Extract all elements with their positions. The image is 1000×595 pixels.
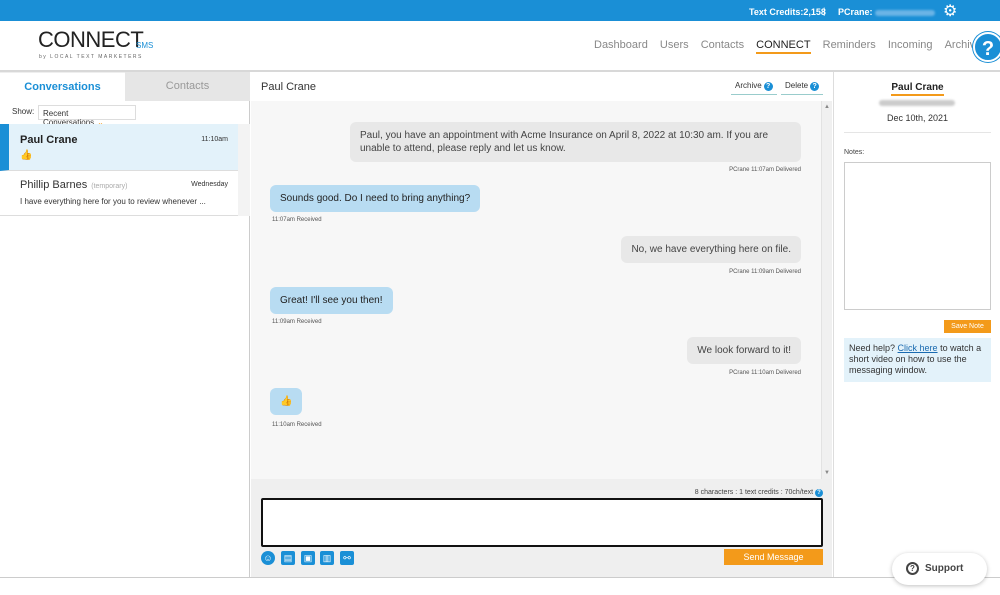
message-meta: 11:10am Received bbox=[272, 422, 322, 428]
conversation-time: Wednesday bbox=[191, 181, 228, 188]
question-icon[interactable]: ? bbox=[810, 82, 820, 91]
conversation-item[interactable]: Paul Crane 11:10am 👍 bbox=[0, 124, 238, 171]
conversation-name: Phillip Barnes bbox=[20, 179, 88, 191]
message-meta: PCrane 11:07am Delivered bbox=[729, 167, 801, 173]
message-meta: 11:09am Received bbox=[272, 319, 322, 325]
help-video-link[interactable]: Click here bbox=[898, 343, 938, 353]
message-input[interactable] bbox=[261, 498, 823, 547]
conversation-time: 11:10am bbox=[201, 136, 228, 143]
support-label: Support bbox=[925, 563, 964, 574]
emoji-icon[interactable]: ☺ bbox=[261, 551, 275, 565]
save-note-button[interactable]: Save Note bbox=[944, 320, 991, 333]
compose-area: 8 characters : 1 text credits : 70ch/tex… bbox=[251, 479, 832, 577]
show-label: Show: bbox=[12, 107, 35, 116]
contact-name[interactable]: Paul Crane bbox=[891, 82, 944, 96]
outgoing-message: We look forward to it! bbox=[687, 337, 801, 364]
template-icon[interactable]: ▥ bbox=[320, 551, 334, 565]
help-icon[interactable]: ? bbox=[973, 32, 1000, 62]
tab-contacts[interactable]: Contacts bbox=[125, 72, 250, 101]
nav-users[interactable]: Users bbox=[660, 39, 689, 51]
nav-contacts[interactable]: Contacts bbox=[701, 39, 744, 51]
incoming-message: Sounds good. Do I need to bring anything… bbox=[270, 185, 481, 212]
notes-label: Notes: bbox=[844, 149, 865, 156]
character-counter: 8 characters : 1 text credits : 70ch/tex… bbox=[695, 489, 823, 497]
panel-tabs: Conversations Contacts bbox=[0, 72, 250, 101]
conversation-name: Paul Crane bbox=[20, 134, 78, 146]
nav-connect[interactable]: CONNECT bbox=[756, 39, 811, 54]
question-icon: ? bbox=[906, 561, 919, 575]
tab-conversations[interactable]: Conversations bbox=[0, 72, 125, 101]
account-user-label: PCrane: bbox=[838, 7, 873, 17]
conversation-preview: 👍 bbox=[20, 150, 33, 161]
help-prefix: Need help? bbox=[849, 343, 898, 353]
conversations-panel: Conversations Contacts Show: Recent Conv… bbox=[0, 72, 250, 577]
logo-main: CONNECT bbox=[38, 27, 144, 52]
scroll-up-icon[interactable]: ▲ bbox=[824, 104, 830, 110]
footer-divider bbox=[0, 577, 1000, 578]
outgoing-message: No, we have everything here on file. bbox=[621, 236, 801, 263]
question-icon[interactable]: ? bbox=[815, 489, 823, 497]
incoming-message: 👍 bbox=[270, 388, 302, 415]
text-credits: Text Credits:2,158 bbox=[749, 7, 826, 17]
message-meta: PCrane 11:09am Delivered bbox=[729, 269, 801, 275]
contact-date: Dec 10th, 2021 bbox=[886, 113, 949, 123]
account-user[interactable]: PCrane: bbox=[838, 7, 935, 17]
nav-dashboard[interactable]: Dashboard bbox=[594, 39, 648, 51]
archive-label: Archive bbox=[735, 81, 762, 90]
send-message-button[interactable]: Send Message bbox=[724, 549, 823, 565]
support-button[interactable]: ? Support bbox=[892, 553, 987, 585]
conversation-name-row: Phillip Barnes (temporary) bbox=[20, 179, 127, 191]
logo[interactable]: CONNECT SMS by LOCAL TEXT MARKETERS bbox=[38, 27, 153, 60]
thread-scrollbar[interactable]: ▲ ▼ bbox=[821, 101, 832, 479]
notes-textarea[interactable] bbox=[844, 162, 991, 310]
link-icon[interactable]: ⚯ bbox=[340, 551, 354, 565]
divider bbox=[844, 132, 991, 133]
message-header: Paul Crane Archive? Delete? bbox=[251, 72, 832, 101]
archive-button[interactable]: Archive? bbox=[731, 79, 777, 95]
logo-suffix: SMS bbox=[136, 41, 154, 50]
outgoing-message: Paul, you have an appointment with Acme … bbox=[350, 122, 801, 162]
logo-tagline: by LOCAL TEXT MARKETERS bbox=[39, 54, 143, 60]
main-nav: Dashboard Users Contacts CONNECT Reminde… bbox=[594, 39, 996, 54]
incoming-message: Great! I'll see you then! bbox=[270, 287, 393, 314]
redacted-phone bbox=[879, 100, 955, 106]
delete-button[interactable]: Delete? bbox=[781, 79, 824, 95]
gear-icon[interactable]: ⚙ bbox=[943, 1, 957, 21]
image-icon[interactable]: ▣ bbox=[301, 551, 315, 565]
topbar-separator: | bbox=[823, 6, 826, 16]
conversation-title: Paul Crane bbox=[261, 81, 317, 93]
conversation-preview: I have everything here for you to review… bbox=[20, 197, 206, 206]
help-box: Need help? Click here to watch a short v… bbox=[844, 338, 991, 382]
message-panel: Paul Crane Archive? Delete? Paul, you ha… bbox=[251, 72, 832, 577]
nav-incoming[interactable]: Incoming bbox=[888, 39, 933, 51]
message-meta: 11:07am Received bbox=[272, 217, 322, 223]
list-scrollbar[interactable] bbox=[238, 124, 250, 216]
character-counter-text: 8 characters : 1 text credits : 70ch/tex… bbox=[694, 489, 814, 496]
question-icon[interactable]: ? bbox=[763, 82, 773, 91]
nav-reminders[interactable]: Reminders bbox=[823, 39, 876, 51]
contact-name-row: Paul Crane bbox=[834, 82, 1000, 96]
document-icon[interactable]: ▤ bbox=[281, 551, 295, 565]
conversation-item[interactable]: Phillip Barnes (temporary) Wednesday I ha… bbox=[0, 171, 238, 216]
temporary-tag: (temporary) bbox=[91, 183, 128, 190]
show-select[interactable]: Recent Conversations ⌄ bbox=[38, 105, 136, 127]
top-bar: Text Credits:2,158 | PCrane: ⚙ bbox=[0, 0, 1000, 21]
contact-panel: Paul Crane Dec 10th, 2021 Notes: Save No… bbox=[833, 72, 1000, 577]
redacted-phone bbox=[874, 9, 935, 16]
scroll-down-icon[interactable]: ▼ bbox=[824, 470, 830, 476]
delete-label: Delete bbox=[785, 81, 809, 90]
message-meta: PCrane 11:10am Delivered bbox=[729, 370, 801, 376]
message-thread[interactable]: Paul, you have an appointment with Acme … bbox=[251, 101, 821, 479]
